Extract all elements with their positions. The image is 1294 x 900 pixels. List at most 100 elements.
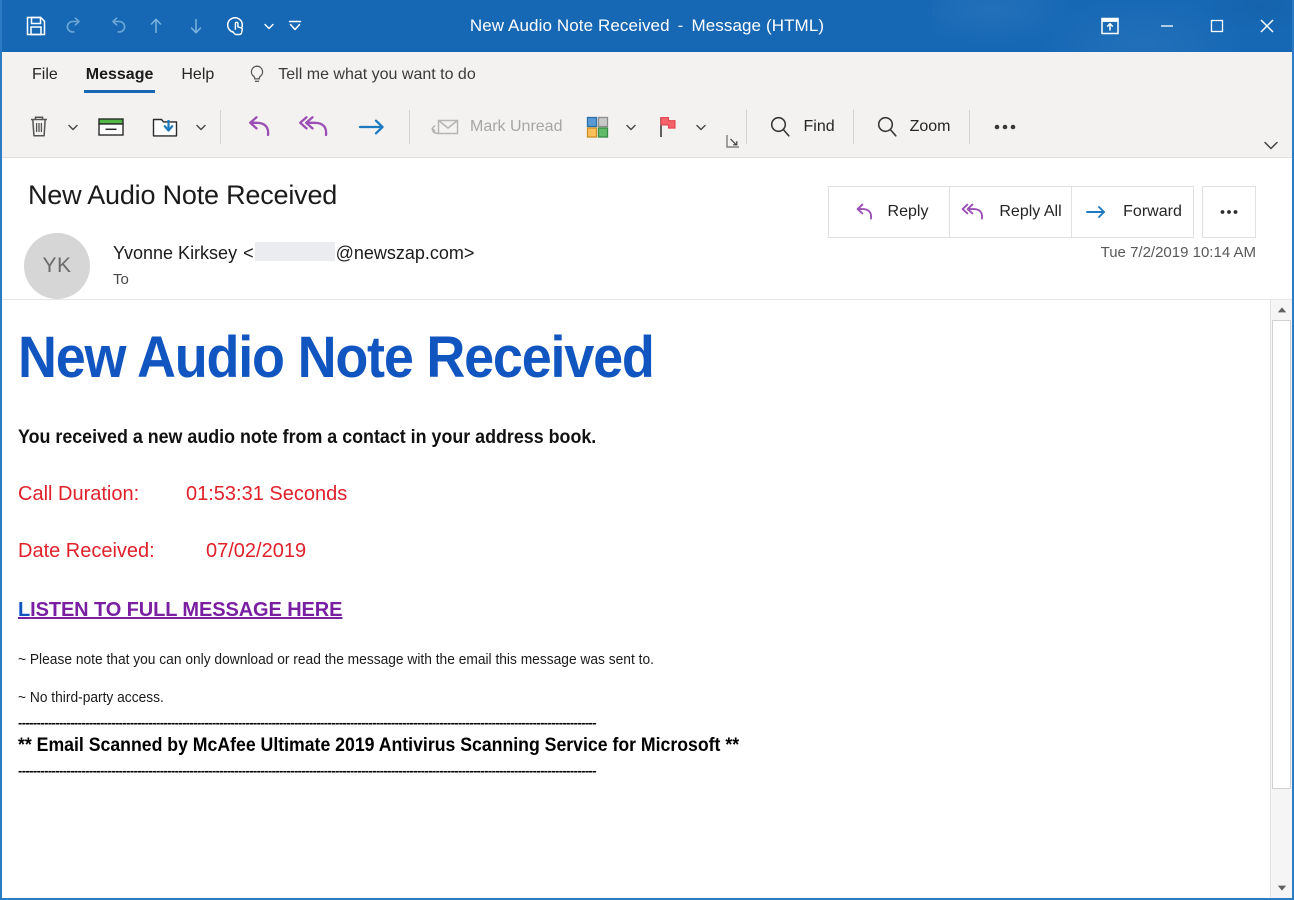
zoom-button[interactable]: Zoom [862,100,961,154]
scrollbar-thumb[interactable] [1272,320,1291,789]
follow-up-button[interactable] [642,100,692,154]
ribbon-display-options-button[interactable] [1078,0,1142,52]
ribbon-more-commands-button[interactable] [978,100,1032,154]
scroll-up-button[interactable] [1271,300,1292,320]
delete-button[interactable] [14,100,64,154]
arrow-down-icon [184,14,208,38]
reply-all-label: Reply All [999,203,1061,221]
ribbon-separator [969,110,970,144]
forward-icon [353,111,391,143]
tab-file-label: File [32,66,58,84]
listen-to-message-link[interactable]: LISTEN TO FULL MESSAGE HERE [18,599,1246,622]
archive-button[interactable] [84,100,138,154]
reply-button[interactable]: Reply [828,186,950,238]
call-duration-row: Call Duration:01:53:31 Seconds [18,483,1246,506]
triangle-down-icon [1276,883,1288,893]
forward-icon [1083,201,1111,223]
reply-icon [850,201,876,223]
tab-message[interactable]: Message [72,54,168,96]
next-item-button[interactable] [176,6,216,46]
call-duration-label: Call Duration: [18,483,186,506]
email-open-bracket: < [243,243,254,264]
reply-icon [239,111,275,143]
ribbon-reply-all-button[interactable] [285,100,343,154]
close-button[interactable] [1242,0,1292,52]
tab-help[interactable]: Help [167,54,228,96]
body-note-1: ~ Please note that you can only download… [18,652,1185,668]
ribbon-reply-button[interactable] [229,100,285,154]
ribbon-toolbar: Mark Unread [2,96,1292,158]
scrollbar-track[interactable] [1271,320,1292,878]
touch-mode-button[interactable] [216,6,256,46]
date-received-value: 07/02/2019 [206,540,306,563]
ribbon-forward-button[interactable] [343,100,401,154]
listen-link-first-letter: L [18,599,30,621]
chevron-down-icon [694,120,708,134]
chevron-down-icon [624,120,638,134]
body-lead-text: You received a new audio note from a con… [18,427,1172,449]
tab-message-label: Message [86,66,154,84]
recipient-label: To [113,271,474,288]
message-body-area: New Audio Note Received You received a n… [2,299,1292,898]
undo-icon [64,14,88,38]
window-title-separator: - [678,16,684,36]
reply-all-button[interactable]: Reply All [950,186,1072,238]
sender-name[interactable]: Yvonne Kirksey [113,243,237,264]
delete-dropdown[interactable] [64,100,84,154]
sender-line: Yvonne Kirksey < @newszap.com > [113,240,474,264]
categorize-dropdown[interactable] [622,100,642,154]
forward-label: Forward [1123,203,1182,221]
window-controls [1078,0,1292,52]
ribbon-separator [220,110,221,144]
close-icon [1255,14,1279,38]
touch-mode-dropdown[interactable] [256,6,282,46]
mark-unread-icon [428,111,462,143]
categorize-button[interactable] [572,100,622,154]
minimize-button[interactable] [1142,0,1192,52]
redacted-email-local-part [255,242,335,261]
move-button[interactable] [138,100,192,154]
archive-icon [94,111,128,143]
categorize-icon [582,111,612,143]
save-button[interactable] [16,6,56,46]
ribbon-separator [746,110,747,144]
more-actions-button[interactable] [1202,186,1256,238]
tab-file[interactable]: File [18,54,72,96]
collapse-ribbon-button[interactable] [1258,134,1284,156]
tab-help-label: Help [181,66,214,84]
tell-me-search[interactable]: Tell me what you want to do [246,54,475,96]
chevron-down-icon [262,19,276,33]
sender-details: Yvonne Kirksey < @newszap.com > To [113,233,474,288]
listen-link-text: ISTEN TO FULL MESSAGE HERE [30,599,342,621]
lightbulb-icon [246,63,268,87]
body-divider-top: ----------------------------------------… [18,715,1122,730]
zoom-label: Zoom [910,118,951,136]
customize-quick-access-toolbar-button[interactable] [282,6,308,46]
mark-unread-button[interactable]: Mark Unread [418,100,572,154]
zoom-icon [872,111,902,143]
body-note-2: ~ No third-party access. [18,690,1185,706]
reply-all-icon [959,201,987,223]
vertical-scrollbar[interactable] [1270,300,1292,898]
message-timestamp: Tue 7/2/2019 10:14 AM [1101,244,1256,261]
touch-mode-icon [224,14,248,38]
maximize-button[interactable] [1192,0,1242,52]
email-close-bracket: > [464,243,475,264]
forward-button[interactable]: Forward [1072,186,1194,238]
redo-icon [104,14,128,38]
previous-item-button[interactable] [136,6,176,46]
redo-button[interactable] [96,6,136,46]
undo-button[interactable] [56,6,96,46]
avatar: YK [24,233,90,299]
scroll-down-button[interactable] [1271,878,1292,898]
follow-up-dropdown[interactable] [692,100,712,154]
move-to-folder-icon [148,111,182,143]
find-button[interactable]: Find [755,100,844,154]
find-label: Find [803,118,834,136]
ribbon-separator [409,110,410,144]
chevron-down-icon [194,120,208,134]
ribbon-separator [853,110,854,144]
tags-dialog-launcher[interactable] [724,132,742,150]
ellipsis-icon [988,111,1022,143]
move-dropdown[interactable] [192,100,212,154]
